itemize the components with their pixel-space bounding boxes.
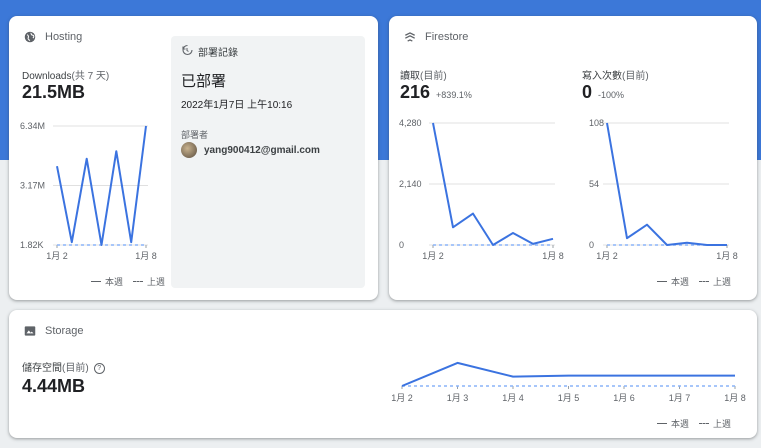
hosting-card[interactable]: Hosting Downloads(共 7 天) 21.5MB 1.82K 3.1… [9, 16, 378, 300]
storage-card[interactable]: Storage 儲存空間(目前)? 4.44MB 1月 2 1月 3 1月 4 1月 … [9, 310, 757, 438]
hosting-legend: 本週 上週 [91, 275, 165, 288]
y-tick-label: 0 [589, 240, 594, 250]
deployer-email: yang900412@gmail.com [204, 144, 320, 156]
legend-current: 本週 [91, 275, 123, 288]
storage-usage-chart: 1月 2 1月 3 1月 4 1月 5 1月 6 1月 7 1月 8 [391, 361, 746, 403]
history-icon [181, 44, 193, 59]
y-tick-label: 1.82K [20, 240, 44, 250]
firestore-card[interactable]: Firestore 讀取(目前) 216 +839.1% 寫入次數(目前) 0 -1… [389, 16, 757, 300]
y-tick-label: 6.34M [20, 121, 45, 131]
firestore-legend: 本週 上週 [657, 275, 731, 288]
x-tick-label: 1月 7 [669, 393, 691, 403]
legend-current: 本週 [657, 417, 689, 430]
deploy-history-title: 部署記錄 [198, 48, 238, 59]
x-tick-label: 1月 8 [724, 393, 746, 403]
legend-current-label: 本週 [105, 277, 124, 287]
deploy-time: 2022年1月7日 上午10:16 [181, 100, 293, 111]
series-line-current [401, 361, 735, 387]
x-tick-label: 1月 2 [391, 393, 413, 403]
storage-legend: 本週 上週 [657, 417, 731, 430]
y-tick-label: 108 [589, 118, 604, 128]
deploy-history-panel[interactable]: 部署記錄 已部署 2022年1月7日 上午10:16 部署者 yang90041… [171, 36, 365, 288]
legend-previous: 上週 [133, 275, 165, 288]
legend-previous-label: 上週 [713, 419, 732, 429]
deployer-label: 部署者 [181, 130, 209, 140]
legend-current: 本週 [657, 275, 689, 288]
y-tick-label: 3.17M [20, 181, 45, 191]
legend-previous: 上週 [699, 417, 731, 430]
x-tick-label: 1月 3 [447, 393, 469, 403]
x-tick-label: 1月 4 [502, 393, 524, 403]
legend-previous: 上週 [699, 275, 731, 288]
firestore-writes-chart: 0 54 108 1月 2 1月 8 [589, 118, 738, 261]
y-tick-label: 54 [589, 179, 599, 189]
deployer: yang900412@gmail.com [181, 142, 320, 158]
deploy-history-header: 部署記錄 [181, 44, 238, 59]
legend-current-label: 本週 [671, 419, 690, 429]
x-tick-label: 1月 8 [716, 251, 738, 261]
x-tick-label: 1月 5 [558, 393, 580, 403]
legend-previous-label: 上週 [147, 277, 166, 287]
x-tick-label: 1月 8 [135, 251, 157, 261]
x-tick-label: 1月 2 [596, 251, 618, 261]
x-tick-label: 1月 6 [613, 393, 635, 403]
legend-previous-label: 上週 [713, 277, 732, 287]
x-tick-label: 1月 2 [46, 251, 68, 261]
deploy-status: 已部署 [181, 73, 227, 90]
avatar [181, 142, 197, 158]
legend-current-label: 本週 [671, 277, 690, 287]
